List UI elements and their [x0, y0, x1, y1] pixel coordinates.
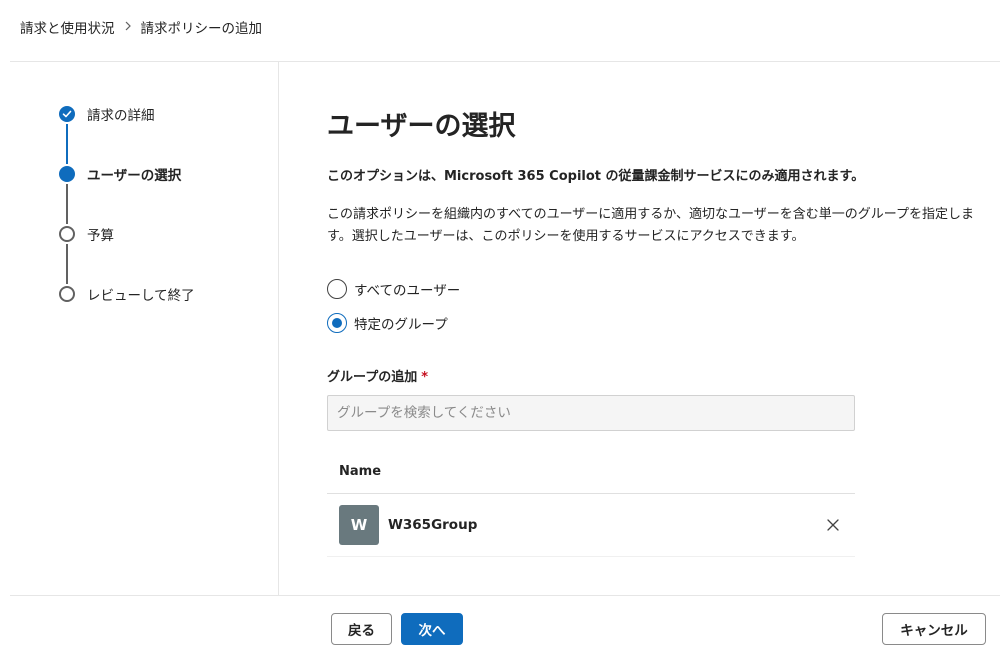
- stepper-divider: [278, 62, 279, 595]
- avatar: W: [339, 505, 379, 545]
- group-table: Name W W365Group: [327, 449, 855, 557]
- step-billing-details[interactable]: 請求の詳細: [59, 104, 269, 124]
- required-marker: *: [421, 370, 429, 385]
- radio-checked-icon: [327, 313, 347, 333]
- radio-all-users[interactable]: すべてのユーザー: [327, 278, 460, 300]
- back-button[interactable]: 戻る: [331, 613, 392, 645]
- step-budget[interactable]: 予算: [59, 224, 269, 244]
- next-button[interactable]: 次へ: [401, 613, 463, 645]
- pending-step-icon: [59, 286, 75, 302]
- checkmark-icon: [59, 106, 75, 122]
- group-field-label-text: グループの追加: [327, 370, 418, 385]
- breadcrumb-billing-usage[interactable]: 請求と使用状況: [20, 17, 115, 37]
- page-title: ユーザーの選択: [327, 111, 516, 142]
- stepper-connector-3: [66, 244, 68, 284]
- chevron-right-icon: [124, 20, 132, 34]
- close-icon[interactable]: [825, 517, 841, 533]
- description-text: この請求ポリシーを組織内のすべてのユーザーに適用するか、適切なユーザーを含む単一…: [327, 207, 975, 244]
- step-label: レビューして終了: [87, 288, 195, 304]
- group-name: W365Group: [388, 517, 478, 533]
- header-divider: [10, 61, 1000, 62]
- stepper-connector-1: [66, 124, 68, 164]
- radio-specific-group[interactable]: 特定のグループ: [327, 312, 448, 334]
- current-step-icon: [59, 166, 75, 182]
- breadcrumb-current: 請求ポリシーの追加: [140, 21, 263, 37]
- notice-text: このオプションは、Microsoft 365 Copilot の従量課金制サービ…: [327, 169, 865, 184]
- footer-divider: [10, 595, 1000, 596]
- radio-unchecked-icon: [327, 279, 347, 299]
- pending-step-icon: [59, 226, 75, 242]
- group-search-input[interactable]: [327, 395, 855, 431]
- cancel-button[interactable]: キャンセル: [882, 613, 986, 645]
- group-field-label: グループの追加 *: [327, 366, 428, 385]
- stepper-connector-2: [66, 184, 68, 224]
- step-label: 予算: [87, 228, 114, 244]
- step-review-finish[interactable]: レビューして終了: [59, 284, 269, 304]
- step-label: ユーザーの選択: [87, 168, 182, 184]
- table-row: W W365Group: [327, 494, 855, 557]
- step-label: 請求の詳細: [87, 108, 155, 124]
- radio-label: 特定のグループ: [354, 317, 448, 333]
- table-header-name: Name: [327, 449, 855, 494]
- breadcrumb: 請求と使用状況 請求ポリシーの追加: [20, 17, 262, 37]
- step-select-users[interactable]: ユーザーの選択: [59, 164, 269, 184]
- radio-label: すべてのユーザー: [354, 283, 461, 299]
